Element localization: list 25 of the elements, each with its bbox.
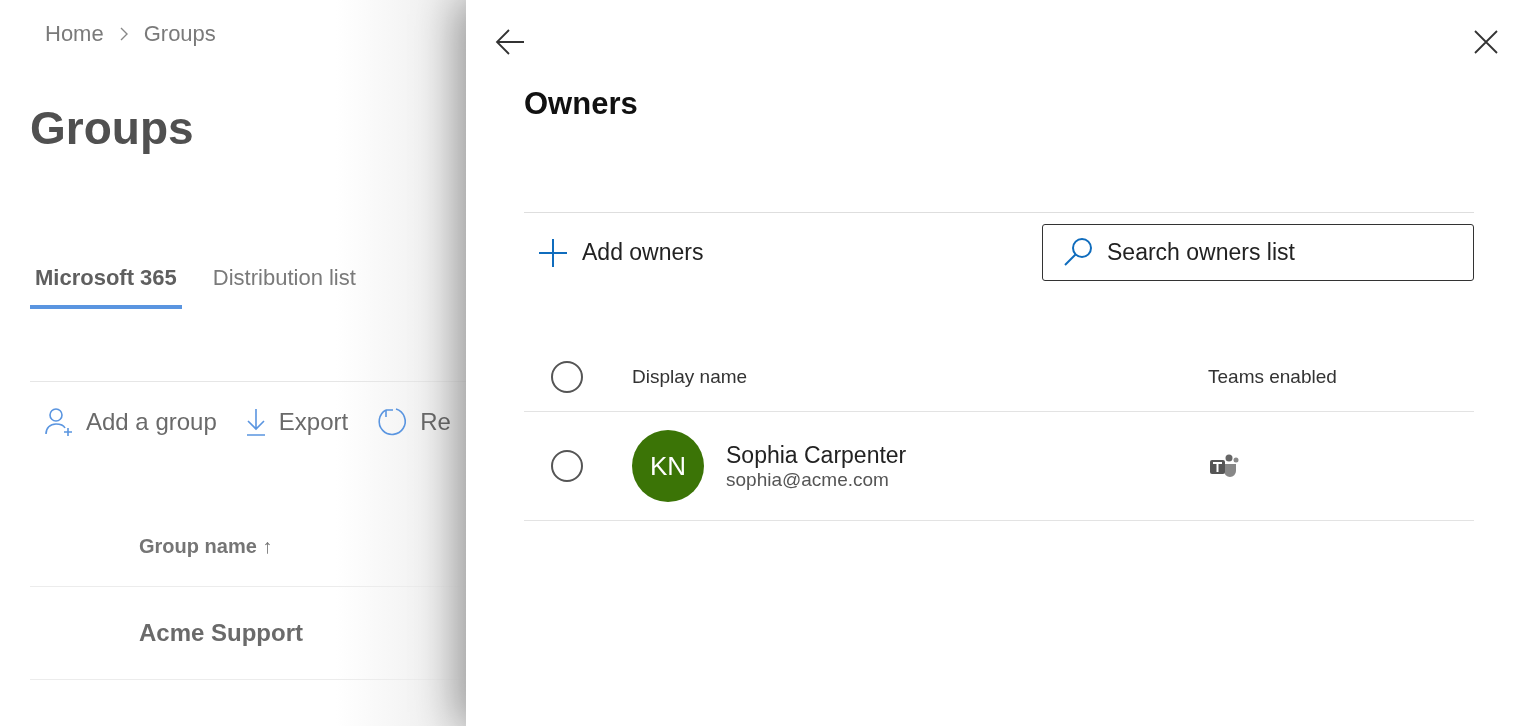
table-cell: Acme Support bbox=[139, 619, 303, 647]
breadcrumb-link[interactable]: Home bbox=[45, 21, 104, 47]
toolbar-button[interactable]: Re bbox=[376, 406, 451, 438]
column-header[interactable]: Display name bbox=[632, 366, 748, 387]
column-header[interactable]: Teams enabled bbox=[1208, 366, 1337, 388]
owner-name: Sophia Carpenter bbox=[726, 441, 907, 469]
panel-title: Owners bbox=[524, 86, 639, 122]
select-all-checkbox[interactable] bbox=[551, 361, 583, 393]
tab[interactable]: Distribution list bbox=[207, 265, 361, 309]
refresh-icon bbox=[376, 406, 409, 438]
column-header[interactable]: Group name ↑ bbox=[139, 534, 273, 558]
search-field[interactable]: Search owners list bbox=[1042, 224, 1474, 281]
avatar: KN bbox=[632, 430, 704, 502]
add-owners-button[interactable]: Add owners bbox=[524, 237, 704, 268]
download-icon bbox=[244, 407, 267, 437]
plus-icon bbox=[538, 237, 568, 268]
add-person-icon bbox=[44, 406, 74, 438]
tab[interactable]: Microsoft 365 bbox=[30, 265, 182, 309]
toolbar-button[interactable]: Export bbox=[244, 406, 349, 438]
page-title: Groups bbox=[30, 101, 195, 155]
search-icon bbox=[1062, 236, 1094, 268]
row-checkbox[interactable] bbox=[551, 450, 583, 482]
owner-email: sophia@acme.com bbox=[726, 468, 890, 491]
breadcrumb-link[interactable]: Groups bbox=[143, 21, 216, 47]
toolbar-button[interactable]: Add a group bbox=[44, 406, 217, 438]
